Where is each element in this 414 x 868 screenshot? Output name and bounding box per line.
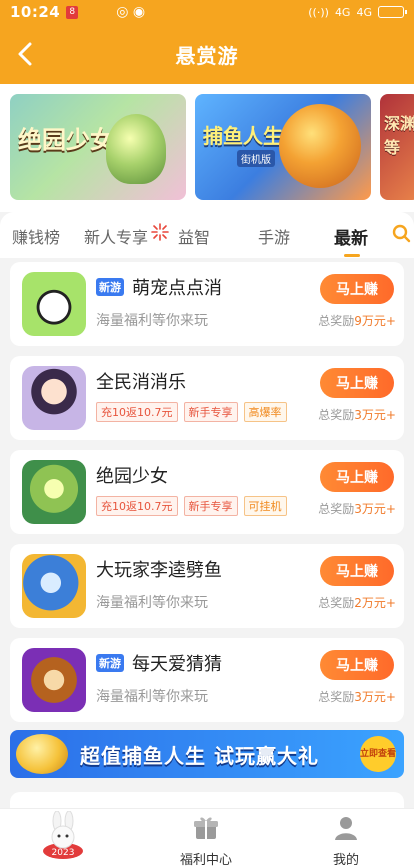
game-name: 大玩家李逵劈鱼: [96, 560, 222, 581]
tab-earning-rank[interactable]: 赚钱榜: [12, 224, 60, 248]
plant-game-icon: [22, 460, 86, 524]
treasure-icon: [16, 734, 68, 774]
earn-button[interactable]: 马上赚: [320, 274, 394, 304]
game-name: 绝园少女: [96, 466, 168, 487]
sparkle-icon: [151, 223, 169, 241]
status-icons: ◎ ◉: [116, 4, 146, 20]
banner-carousel: 绝园少女 捕鱼人生 街机版 深渊等: [0, 84, 414, 212]
reward-amount: 2万元+: [354, 596, 396, 610]
reward-amount: 3万元+: [354, 408, 396, 422]
bottom-nav: 2023 福利中心 我的: [0, 808, 414, 868]
battery-icon: [378, 6, 407, 18]
back-arrow-icon[interactable]: [12, 38, 40, 70]
game-name: 全民消消乐: [96, 372, 186, 393]
game-card[interactable]: 新游 萌宠点点消 海量福利等你来玩 马上赚 总奖励9万元+: [10, 262, 404, 346]
page-title: 悬赏游: [175, 43, 239, 68]
status-bar: 10:24 8 ◎ ◉ ((·)) 4G 4G: [0, 0, 414, 24]
banner-title: 深渊等: [384, 114, 414, 157]
network-label-2: 4G: [356, 5, 372, 19]
tab-puzzle[interactable]: 益智: [178, 224, 210, 248]
game-name: 每天爱猜猜: [132, 654, 222, 675]
game-desc: 海量福利等你来玩: [96, 313, 208, 329]
shark-game-icon: [22, 554, 86, 618]
reward-prefix: 总奖励: [318, 314, 355, 328]
nav-label: 福利中心: [179, 853, 232, 868]
reward-prefix: 总奖励: [318, 502, 355, 516]
game-tags: 充10返10.7元 新手专享 可挂机: [96, 496, 287, 516]
status-time: 10:24: [10, 3, 61, 21]
game-desc: 海量福利等你来玩: [96, 689, 208, 705]
game-card[interactable]: 大玩家李逵劈鱼 海量福利等你来玩 马上赚 总奖励2万元+: [10, 544, 404, 628]
game-card[interactable]: 绝园少女 充10返10.7元 新手专享 可挂机 马上赚 总奖励3万元+: [10, 450, 404, 534]
user-icon: [335, 817, 357, 840]
reward-amount: 9万元+: [354, 314, 396, 328]
status-right: ((·)) 4G 4G: [308, 5, 407, 19]
promo-view-button[interactable]: 立即查看: [360, 736, 396, 772]
reward-amount: 3万元+: [354, 502, 396, 516]
reward-prefix: 总奖励: [318, 596, 355, 610]
panda-game-icon: [22, 272, 86, 336]
game-name-row: 全民消消乐: [96, 368, 186, 394]
tab-mobile-games[interactable]: 手游: [258, 224, 290, 248]
app-header: 悬赏游: [0, 24, 414, 84]
game-name-row: 新游 萌宠点点消: [96, 274, 222, 300]
tab-newcomer[interactable]: 新人专享: [84, 224, 148, 248]
nav-welfare-center[interactable]: 福利中心: [176, 815, 236, 868]
banner-jueyuan[interactable]: 绝园少女: [10, 94, 186, 200]
reward-prefix: 总奖励: [318, 690, 355, 704]
reward-prefix: 总奖励: [318, 408, 355, 422]
banner-partial[interactable]: 深渊等: [380, 94, 414, 200]
game-card[interactable]: 全民消消乐 充10返10.7元 新手专享 高爆率 马上赚 总奖励3万元+: [10, 356, 404, 440]
banner-title: 捕鱼人生: [203, 124, 283, 148]
reward-text: 总奖励9万元+: [318, 312, 396, 329]
plant-character-icon: [106, 114, 166, 184]
category-tabs: 赚钱榜 新人专享 益智 手游 最新: [0, 212, 414, 258]
rabbit-icon: 2023: [43, 810, 83, 859]
tag-idle: 可挂机: [243, 496, 287, 516]
wifi-icon: ((·)): [308, 5, 329, 19]
game-name: 萌宠点点消: [132, 278, 222, 299]
new-game-tag: 新游: [96, 278, 124, 296]
tag-newcomer: 新手专享: [183, 496, 238, 516]
game-card[interactable]: 新游 每天爱猜猜 海量福利等你来玩 马上赚 总奖励3万元+: [10, 638, 404, 722]
nav-label: 我的: [332, 853, 359, 868]
banner-subtitle: 街机版: [237, 150, 275, 167]
promo-banner[interactable]: 超值捕鱼人生 试玩赢大礼 立即查看: [10, 730, 404, 778]
banner-title: 绝园少女: [18, 126, 114, 154]
nav-me[interactable]: 我的: [326, 815, 366, 868]
home-year-label: 2023: [52, 848, 75, 858]
game-name-row: 大玩家李逵劈鱼: [96, 556, 222, 582]
new-game-tag: 新游: [96, 654, 124, 672]
game-desc: 海量福利等你来玩: [96, 595, 208, 611]
reward-text: 总奖励3万元+: [318, 500, 396, 517]
game-name-row: 新游 每天爱猜猜: [96, 650, 222, 676]
nav-home[interactable]: 2023: [40, 810, 86, 861]
tag-newcomer: 新手专享: [183, 402, 238, 422]
girl-game-icon: [22, 366, 86, 430]
network-label: 4G: [334, 5, 351, 19]
banner-fishing[interactable]: 捕鱼人生 街机版: [195, 94, 371, 200]
tag-rebate: 充10返10.7元: [96, 402, 178, 422]
reward-amount: 3万元+: [354, 690, 396, 704]
gift-icon: [194, 817, 218, 839]
tag-rebate: 充10返10.7元: [96, 496, 178, 516]
tag-high-rate: 高爆率: [243, 402, 287, 422]
earn-button[interactable]: 马上赚: [320, 556, 394, 586]
reward-text: 总奖励3万元+: [318, 406, 396, 423]
search-icon[interactable]: [392, 224, 412, 244]
promo-text: 超值捕鱼人生 试玩赢大礼: [80, 744, 319, 768]
game-tags: 充10返10.7元 新手专享 高爆率: [96, 402, 287, 422]
fish-character-icon: [279, 104, 361, 188]
notification-badge: 8: [66, 5, 79, 19]
monkey-game-icon: [22, 648, 86, 712]
earn-button[interactable]: 马上赚: [320, 368, 394, 398]
game-name-row: 绝园少女: [96, 462, 168, 488]
reward-text: 总奖励2万元+: [318, 594, 396, 611]
earn-button[interactable]: 马上赚: [320, 650, 394, 680]
reward-text: 总奖励3万元+: [318, 688, 396, 705]
tab-latest[interactable]: 最新: [334, 224, 368, 257]
earn-button[interactable]: 马上赚: [320, 462, 394, 492]
